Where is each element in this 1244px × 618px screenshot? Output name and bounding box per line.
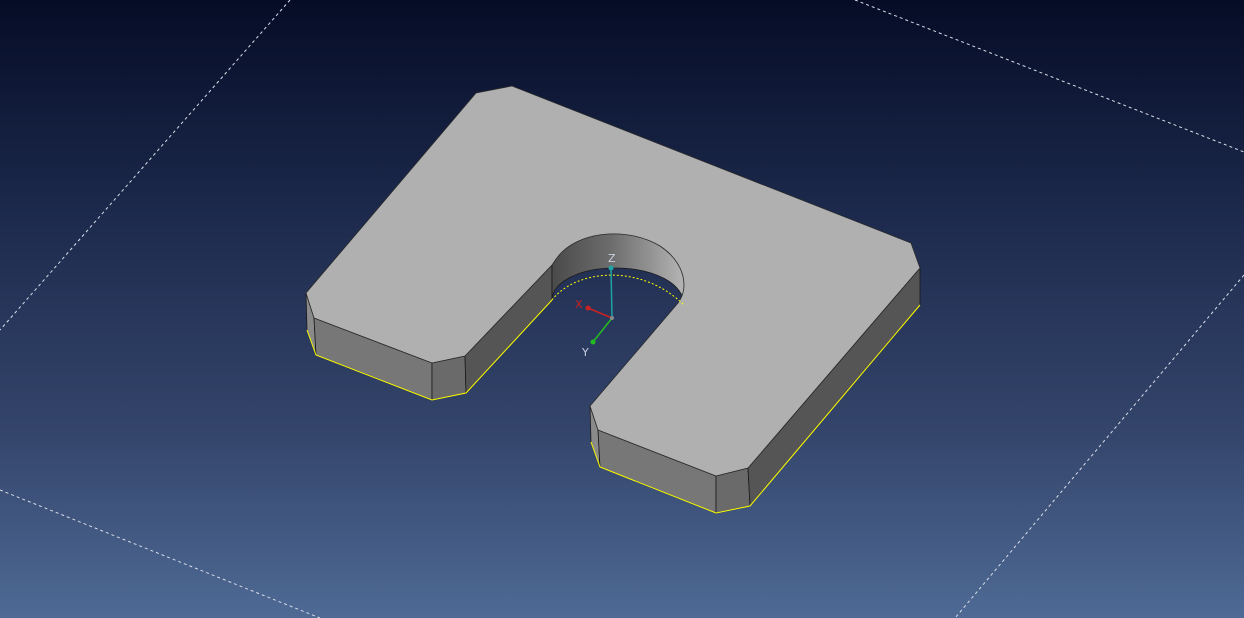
3d-viewport[interactable]: Z X Y	[0, 0, 1244, 618]
x-axis-line	[587, 307, 613, 319]
x-axis-tip	[585, 305, 591, 311]
y-axis-label: Y	[581, 346, 589, 359]
work-plane-outline-bottom	[0, 489, 321, 618]
z-axis-label: Z	[608, 252, 616, 265]
x-axis-label: X	[575, 298, 583, 311]
work-plane-outline-right-bottom	[954, 274, 1244, 618]
axis-origin	[610, 316, 614, 320]
y-axis-tip	[590, 339, 596, 345]
scene-canvas[interactable]: Z X Y	[0, 0, 1244, 618]
work-plane-outline-right	[854, 0, 1244, 153]
work-plane-outline	[0, 0, 291, 331]
z-axis-tip	[608, 265, 614, 271]
z-axis-line	[610, 267, 613, 319]
plate-top-face[interactable]	[305, 85, 921, 477]
y-axis-line	[592, 317, 613, 343]
